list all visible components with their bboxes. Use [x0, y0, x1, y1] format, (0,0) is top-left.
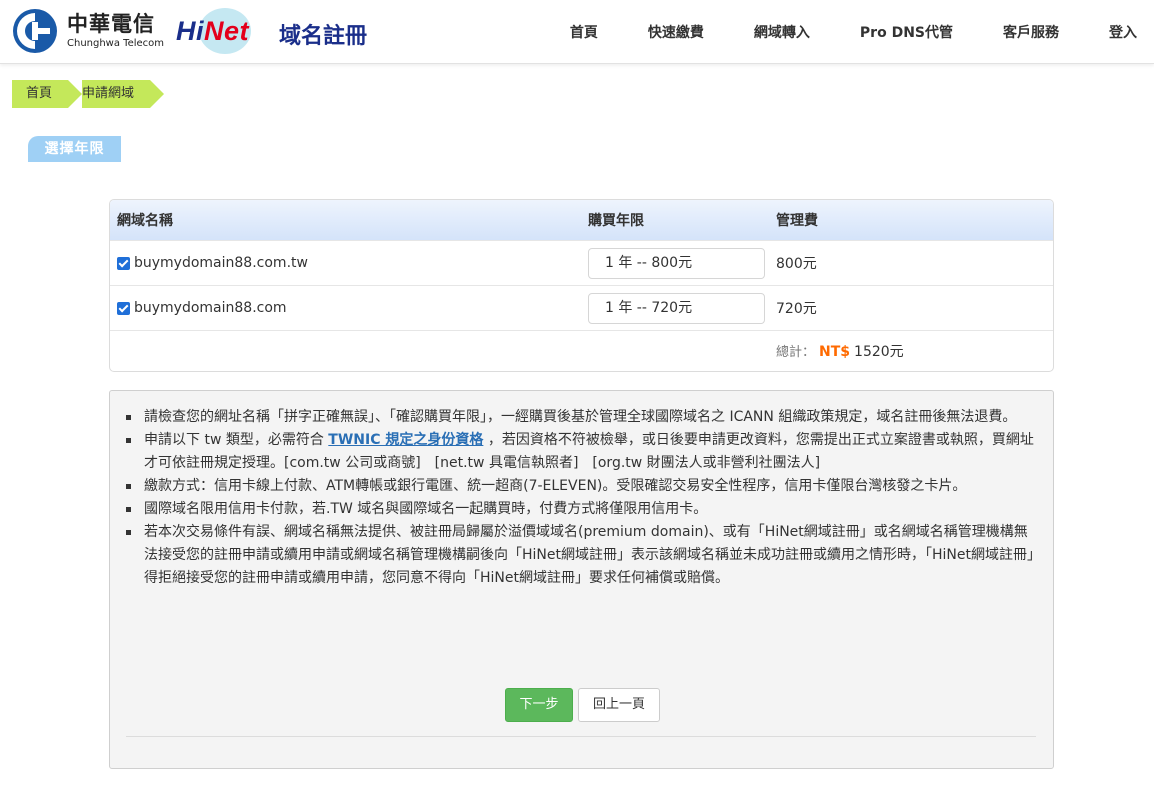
header-domain-name: 網域名稱 — [117, 213, 173, 229]
nav-item-login[interactable]: 登入 — [1109, 22, 1137, 42]
year-select[interactable]: 1 年 -- 800元 — [588, 247, 765, 279]
table-header: 網域名稱 購買年限 管理費 — [110, 200, 1053, 240]
notice-item: 申請以下 tw 類型，必需符合 TWNIC 規定之身份資格 ，若因資格不符被檢舉… — [126, 429, 1036, 475]
nav-item-home[interactable]: 首頁 — [570, 22, 598, 42]
next-step-button[interactable]: 下一步 — [505, 688, 573, 722]
domain-table: 網域名稱 購買年限 管理費 buymydomain88.com.tw 1 年 -… — [109, 199, 1054, 372]
nav-item-quick-pay[interactable]: 快速繳費 — [648, 22, 704, 42]
twnic-eligibility-link[interactable]: TWNIC 規定之身份資格 — [328, 432, 483, 448]
breadcrumb-home[interactable]: 首頁 — [12, 80, 83, 108]
total-row: 總計： NT$ 1520元 — [110, 330, 1053, 371]
nav-item-domain-transfer[interactable]: 網域轉入 — [754, 22, 810, 42]
total-currency: NT$ — [819, 344, 851, 360]
chunghwa-telecom-logo-icon[interactable] — [12, 8, 58, 54]
action-buttons: 下一步 回上一頁 — [110, 688, 1055, 722]
main-nav: 首頁 快速繳費 網域轉入 Pro DNS代管 客戶服務 登入 — [570, 0, 1137, 64]
back-button[interactable]: 回上一頁 — [578, 688, 660, 722]
header-management-fee: 管理費 — [776, 213, 818, 229]
domain-name: buymydomain88.com.tw — [134, 255, 308, 271]
breadcrumb: 首頁 申請網域 — [12, 80, 166, 108]
hinet-service-title: 域名註冊 — [279, 24, 368, 49]
notice-item: 請檢查您的網址名稱「拼字正確無誤」、「確認購買年限」，一經購買後基於管理全球國際… — [126, 406, 1036, 429]
domain-name: buymydomain88.com — [134, 300, 287, 316]
nav-item-pro-dns[interactable]: Pro DNS代管 — [860, 22, 953, 42]
section-title: 選擇年限 — [28, 136, 121, 162]
hinet-wordmark-net: Net — [204, 16, 250, 46]
breadcrumb-apply-domain[interactable]: 申請網域 — [82, 80, 165, 108]
table-row: buymydomain88.com.tw 1 年 -- 800元 800元 — [110, 240, 1053, 285]
hinet-wordmark: HiNet — [176, 16, 249, 47]
domain-checkbox[interactable] — [117, 256, 130, 270]
management-fee: 720元 — [776, 301, 817, 317]
notice-list: 請檢查您的網址名稱「拼字正確無誤」、「確認購買年限」，一經購買後基於管理全球國際… — [126, 406, 1036, 590]
site-header: 中華電信 Chunghwa Telecom HiNet 域名註冊 首頁 快速繳費… — [0, 0, 1154, 64]
divider — [126, 736, 1036, 737]
nav-item-customer-service[interactable]: 客戶服務 — [1003, 22, 1059, 42]
header-purchase-years: 購買年限 — [588, 213, 644, 229]
total-amount: 1520元 — [854, 344, 904, 360]
brand-name-zh: 中華電信 — [67, 12, 155, 36]
chunghwa-brand-text[interactable]: 中華電信 Chunghwa Telecom — [67, 12, 164, 50]
table-row: buymydomain88.com 1 年 -- 720元 720元 — [110, 285, 1053, 330]
notice-item: 繳款方式：信用卡線上付款、ATM轉帳或銀行電匯、統一超商(7-ELEVEN)。受… — [126, 475, 1036, 498]
notice-item: 國際域名限用信用卡付款，若.TW 域名與國際域名一起購買時，付費方式將僅限用信用… — [126, 498, 1036, 521]
notice-box: 請檢查您的網址名稱「拼字正確無誤」、「確認購買年限」，一經購買後基於管理全球國際… — [109, 390, 1054, 769]
hinet-wordmark-hi: Hi — [176, 16, 204, 46]
year-select[interactable]: 1 年 -- 720元 — [588, 292, 765, 324]
brand-name-en: Chunghwa Telecom — [67, 38, 165, 49]
management-fee: 800元 — [776, 256, 817, 272]
notice-item: 若本次交易條件有誤、網域名稱無法提供、被註冊局歸屬於溢價域域名(premium … — [126, 521, 1036, 590]
domain-checkbox[interactable] — [117, 301, 130, 315]
total-label: 總計： — [776, 345, 816, 360]
